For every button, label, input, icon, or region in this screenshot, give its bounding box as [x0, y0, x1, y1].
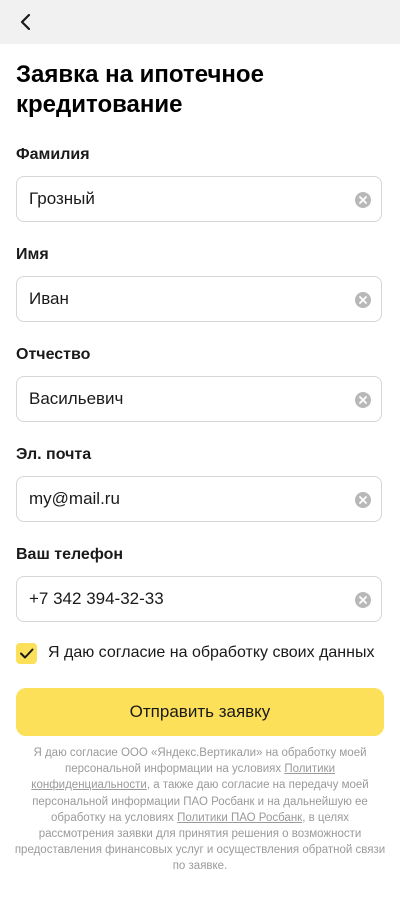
- clear-icon[interactable]: [354, 291, 372, 309]
- consent-checkbox[interactable]: [16, 643, 37, 664]
- checkmark-icon: [20, 648, 34, 659]
- clear-icon[interactable]: [354, 591, 372, 609]
- chevron-left-icon: [20, 13, 31, 31]
- clear-icon[interactable]: [354, 191, 372, 209]
- clear-icon[interactable]: [354, 491, 372, 509]
- last-name-input[interactable]: [29, 177, 339, 221]
- patronymic-label: Отчество: [16, 346, 91, 363]
- last-name-label: Фамилия: [16, 146, 90, 163]
- last-name-field[interactable]: [16, 176, 382, 222]
- email-input[interactable]: [29, 477, 339, 521]
- first-name-field[interactable]: [16, 276, 382, 322]
- patronymic-field[interactable]: [16, 376, 382, 422]
- first-name-input[interactable]: [29, 277, 339, 321]
- clear-icon[interactable]: [354, 391, 372, 409]
- top-bar: [0, 0, 400, 44]
- page-title: Заявка на ипотечное кредитование: [16, 61, 264, 118]
- consent-row: Я даю согласие на обработку своих данных: [16, 642, 386, 666]
- patronymic-input[interactable]: [29, 377, 339, 421]
- email-field[interactable]: [16, 476, 382, 522]
- phone-field[interactable]: [16, 576, 382, 622]
- phone-label: Ваш телефон: [16, 546, 124, 563]
- rosbank-policy-link[interactable]: Политики ПАО Росбанк: [177, 812, 302, 824]
- legal-disclaimer: Я даю согласие ООО «Яндекс.Вертикали» на…: [14, 745, 386, 875]
- consent-label[interactable]: Я даю согласие на обработку своих данных: [48, 644, 374, 662]
- first-name-label: Имя: [16, 246, 49, 263]
- email-label: Эл. почта: [16, 446, 92, 463]
- back-button[interactable]: [14, 10, 38, 34]
- phone-input[interactable]: [29, 577, 339, 621]
- submit-button[interactable]: Отправить заявку: [16, 688, 384, 736]
